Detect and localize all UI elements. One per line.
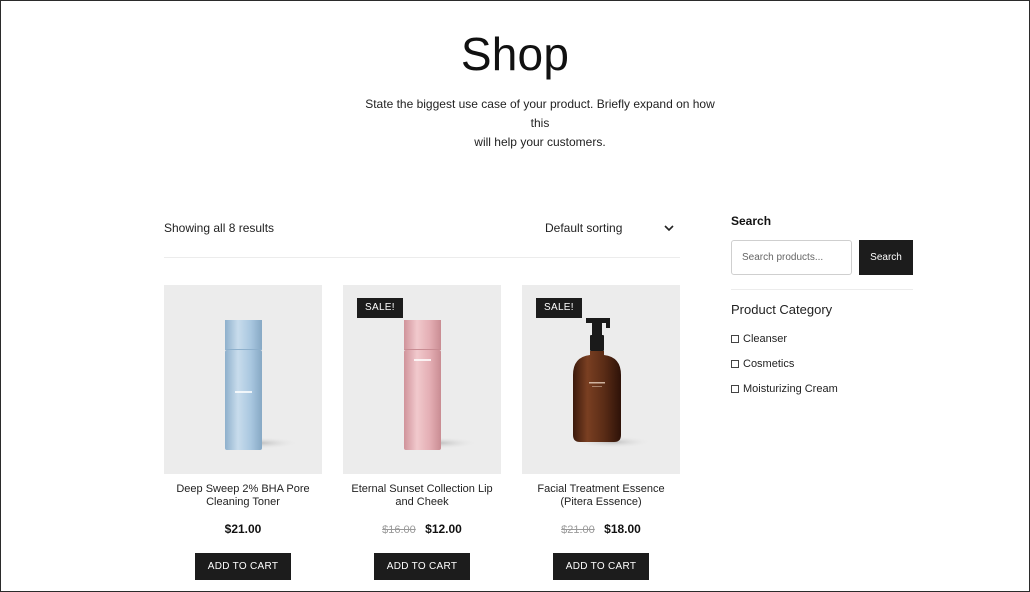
results-count: Showing all 8 results [164, 221, 275, 235]
sort-dropdown[interactable]: Default sorting [545, 216, 675, 240]
blue-toner-bottle-icon [219, 320, 299, 450]
product-card: SALE! Facial Treatment Essence (Pitera E… [522, 285, 680, 580]
subtitle-line-1: State the biggest use case of your produ… [365, 97, 715, 130]
product-title[interactable]: Facial Treatment Essence (Pitera Essence… [522, 483, 680, 509]
price-old: $16.00 [382, 524, 416, 536]
checkbox[interactable] [731, 360, 739, 368]
checkbox[interactable] [731, 385, 739, 393]
search-input[interactable] [731, 240, 852, 275]
product-price: $21.00 $18.00 [522, 522, 680, 536]
toolbar-divider [164, 257, 680, 258]
sale-badge: SALE! [357, 298, 403, 318]
sidebar-divider [731, 289, 913, 290]
add-to-cart-button[interactable]: ADD TO CART [195, 553, 291, 580]
category-label: Cleanser [743, 333, 788, 345]
subtitle-line-2: will help your customers. [474, 135, 606, 149]
checkbox[interactable] [731, 335, 739, 343]
product-image[interactable]: SALE! [522, 285, 680, 474]
page-subtitle: State the biggest use case of your produ… [355, 95, 725, 152]
category-item-cleanser[interactable]: Cleanser [731, 333, 787, 345]
sort-label: Default sorting [545, 221, 623, 235]
category-item-cosmetics[interactable]: Cosmetics [731, 358, 794, 370]
category-label: Moisturizing Cream [743, 383, 838, 395]
search-widget-title: Search [731, 214, 772, 228]
product-title[interactable]: Deep Sweep 2% BHA Pore Cleaning Toner [164, 483, 322, 509]
price-old: $21.00 [561, 524, 595, 536]
category-widget-title: Product Category [731, 302, 833, 317]
sale-badge: SALE! [536, 298, 582, 318]
page-frame [0, 0, 1030, 592]
product-card: Deep Sweep 2% BHA Pore Cleaning Toner $2… [164, 285, 322, 580]
price-current: $12.00 [425, 522, 462, 536]
search-button[interactable]: Search [859, 240, 913, 275]
price-current: $18.00 [604, 522, 641, 536]
price-current: $21.00 [224, 522, 262, 536]
category-label: Cosmetics [743, 358, 795, 370]
page-title: Shop [460, 28, 570, 80]
product-price: $21.00 [164, 522, 322, 536]
product-title[interactable]: Eternal Sunset Collection Lip and Cheek [343, 483, 501, 509]
product-card: SALE! Eternal Sunset Collection Lip and … [343, 285, 501, 580]
product-price: $16.00 $12.00 [343, 522, 501, 536]
product-image[interactable]: SALE! [343, 285, 501, 474]
add-to-cart-button[interactable]: ADD TO CART [374, 553, 470, 580]
chevron-down-icon [663, 222, 675, 234]
product-image[interactable] [164, 285, 322, 474]
category-item-moisturizing-cream[interactable]: Moisturizing Cream [731, 383, 838, 395]
add-to-cart-button[interactable]: ADD TO CART [553, 553, 649, 580]
